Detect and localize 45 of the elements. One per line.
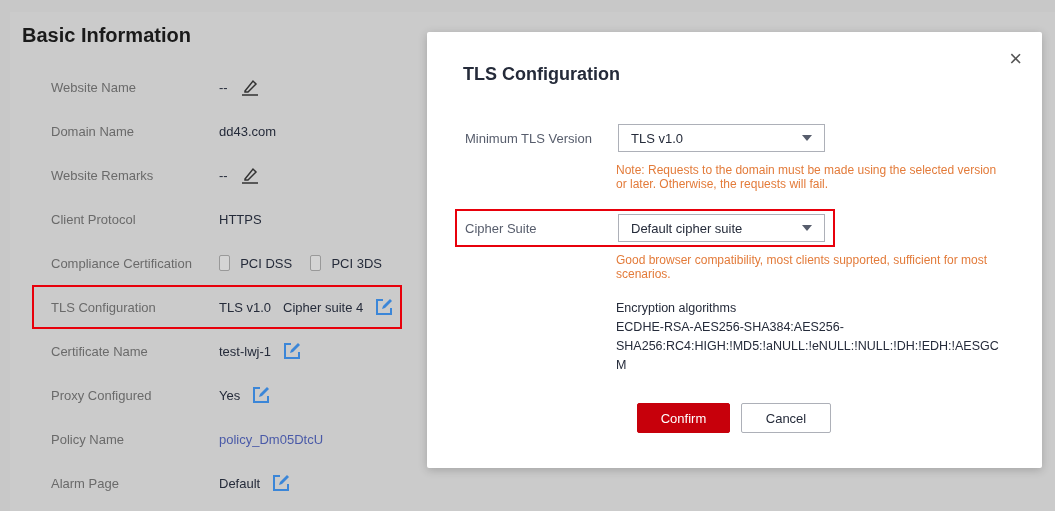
select-field[interactable]: TLS v1.0	[618, 124, 825, 152]
field-label: Website Name	[51, 79, 137, 95]
field-label: Website Remarks	[51, 167, 155, 183]
checkbox-label: PCI DSS	[240, 255, 293, 271]
confirm-button[interactable]: Confirm	[637, 403, 730, 433]
select-field[interactable]: Default cipher suite	[618, 214, 825, 242]
edit-icon[interactable]	[375, 298, 394, 316]
edit-icon[interactable]	[252, 386, 271, 404]
field-value: test-lwj-1	[219, 343, 271, 359]
note-text: Note: Requests to the domain must be made using the selected version or later. Otherwise, the requests will fail.	[616, 163, 998, 191]
field-value: Yes	[219, 387, 241, 403]
checkbox[interactable]	[219, 255, 231, 271]
field-label: Alarm Page	[51, 475, 120, 491]
field-label: Certificate Name	[51, 343, 149, 359]
checkbox[interactable]	[310, 255, 322, 271]
field-value: --	[219, 167, 228, 183]
checkbox-label: PCI 3DS	[331, 255, 382, 271]
caret-icon	[802, 135, 812, 141]
field-label: Proxy Configured	[51, 387, 153, 403]
field-value: dd43.com	[219, 123, 277, 139]
pencil-icon[interactable]	[239, 166, 260, 184]
field-label: Minimum TLS Version	[465, 130, 593, 146]
edit-icon[interactable]	[283, 342, 301, 360]
note-text: Good browser compatibility, most clients supported, sufficient for most scenarios.	[616, 253, 989, 281]
field-value: Default	[219, 475, 261, 491]
cancel-button[interactable]: Cancel	[741, 403, 831, 433]
algorithms-text: ECDHE-RSA-AES256-SHA384:AES256-SHA256:RC4:HIGH:!MD5:!aNULL:!eNULL:!NULL:!DH:!EDH:!AESGCM	[616, 319, 1000, 374]
caret-icon	[802, 225, 812, 231]
close-button[interactable]: ×	[1009, 48, 1022, 70]
field-label: Client Protocol	[51, 211, 137, 227]
field-value: --	[219, 79, 228, 95]
algorithms-title: Encryption algorithms	[616, 300, 738, 317]
field-label: TLS Configuration	[51, 299, 157, 315]
section-title: Basic Information	[22, 24, 191, 47]
policy-link[interactable]: policy_Dm05DtcU	[219, 431, 324, 447]
dialog-title: TLS Configuration	[463, 64, 620, 85]
pencil-icon[interactable]	[239, 78, 260, 96]
field-value: HTTPS	[219, 211, 262, 227]
edit-icon[interactable]	[272, 474, 291, 492]
field-value: TLS v1.0	[219, 299, 272, 315]
field-value: Cipher suite 4	[283, 299, 364, 315]
field-label: Compliance Certification	[51, 255, 193, 271]
field-label: Policy Name	[51, 431, 125, 447]
field-label: Domain Name	[51, 123, 136, 139]
field-label: Cipher Suite	[465, 220, 538, 236]
